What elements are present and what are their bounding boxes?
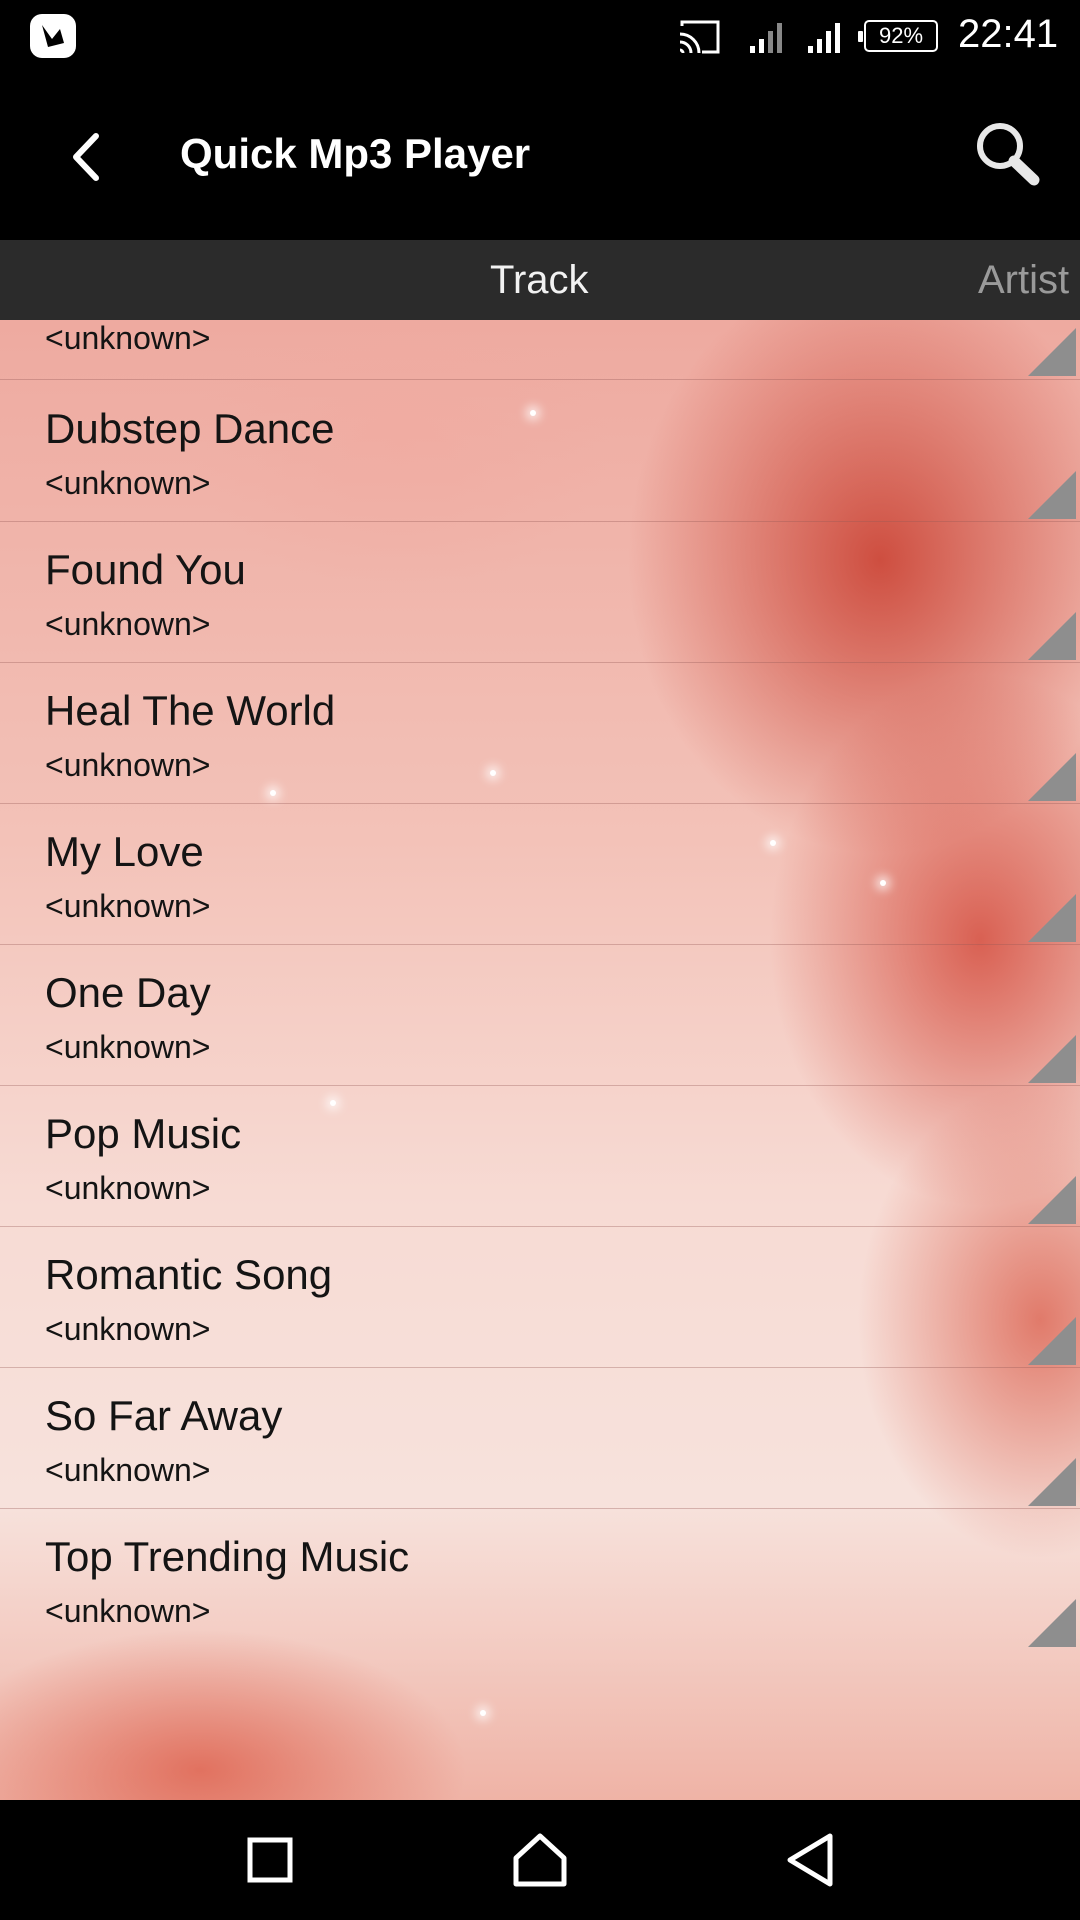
track-artist: <unknown> — [45, 888, 211, 924]
overflow-triangle-icon[interactable] — [1028, 612, 1076, 660]
list-item[interactable]: So Far Away <unknown> — [0, 1368, 1080, 1509]
track-artist: <unknown> — [45, 1029, 211, 1065]
overflow-triangle-icon[interactable] — [1028, 753, 1076, 801]
track-artist: <unknown> — [45, 747, 211, 783]
track-title: Romantic Song — [45, 1251, 333, 1298]
status-time: 22:41 — [958, 12, 1059, 56]
track-artist: <unknown> — [45, 465, 211, 501]
track-artist: <unknown> — [45, 320, 211, 356]
track-title: Top Trending Music — [45, 1533, 410, 1580]
overflow-triangle-icon[interactable] — [1028, 1458, 1076, 1506]
track-title: Found You — [45, 546, 246, 593]
track-artist: <unknown> — [45, 1311, 211, 1347]
tab-track[interactable]: Track — [490, 258, 589, 303]
overflow-triangle-icon[interactable] — [1028, 328, 1076, 376]
recents-icon[interactable] — [238, 1828, 302, 1892]
chevron-left-icon — [73, 133, 99, 181]
track-title: My Love — [45, 828, 204, 875]
overflow-triangle-icon[interactable] — [1028, 1176, 1076, 1224]
search-icon — [977, 123, 1040, 186]
list-item[interactable]: Pop Music <unknown> — [0, 1086, 1080, 1227]
overflow-triangle-icon[interactable] — [1028, 1035, 1076, 1083]
navigation-bar — [0, 1800, 1080, 1920]
home-icon[interactable] — [508, 1828, 572, 1892]
list-item[interactable]: One Day <unknown> — [0, 945, 1080, 1086]
battery-icon: 92% — [858, 20, 938, 52]
track-title: Heal The World — [45, 687, 336, 734]
tab-artist[interactable]: Artist — [978, 258, 1069, 303]
app-bar: Quick Mp3 Player — [0, 72, 1080, 240]
search-button[interactable] — [968, 116, 1048, 196]
track-artist: <unknown> — [45, 1170, 211, 1206]
cast-icon — [679, 20, 720, 54]
app-title: Quick Mp3 Player — [180, 130, 531, 177]
overflow-triangle-icon[interactable] — [1028, 471, 1076, 519]
back-icon[interactable] — [780, 1828, 844, 1892]
list-item[interactable]: Top Trending Music <unknown> — [0, 1509, 1080, 1650]
list-item[interactable]: Found You <unknown> — [0, 522, 1080, 663]
background-sparkle — [480, 1710, 486, 1716]
list-item[interactable]: Dubstep Dance <unknown> — [0, 381, 1080, 522]
signal-icon — [750, 23, 782, 53]
signal-icon — [808, 23, 840, 53]
app-notification-icon — [30, 14, 76, 58]
overflow-triangle-icon[interactable] — [1028, 1317, 1076, 1365]
overflow-triangle-icon[interactable] — [1028, 1599, 1076, 1647]
back-button[interactable] — [52, 122, 122, 192]
list-item[interactable]: My Love <unknown> — [0, 804, 1080, 945]
status-bar: 92% 22:41 — [0, 0, 1080, 72]
tab-bar: Track Artist — [0, 240, 1080, 320]
track-title: Pop Music — [45, 1110, 242, 1157]
track-title: One Day — [45, 969, 211, 1016]
overflow-triangle-icon[interactable] — [1028, 894, 1076, 942]
list-item[interactable]: <unknown> — [0, 320, 1080, 380]
list-item[interactable]: Heal The World <unknown> — [0, 663, 1080, 804]
list-item[interactable]: Romantic Song <unknown> — [0, 1227, 1080, 1368]
track-artist: <unknown> — [45, 1593, 211, 1629]
track-list[interactable]: <unknown> Dubstep Dance <unknown> Found … — [0, 320, 1080, 1800]
track-artist: <unknown> — [45, 1452, 211, 1488]
track-artist: <unknown> — [45, 606, 211, 642]
track-title: So Far Away — [45, 1392, 283, 1439]
track-title: Dubstep Dance — [45, 405, 335, 452]
